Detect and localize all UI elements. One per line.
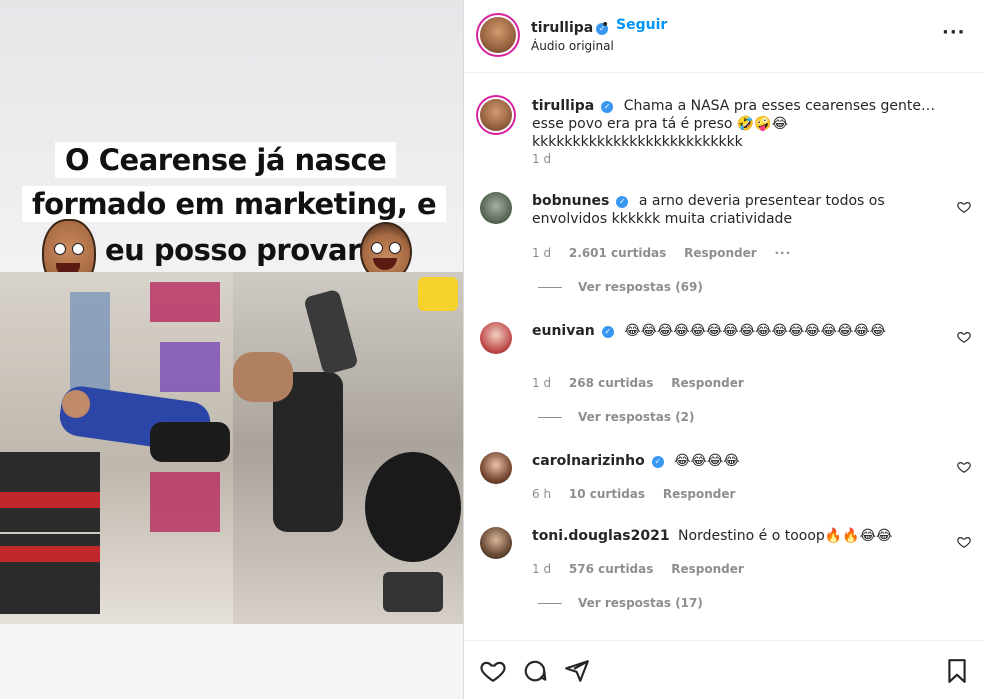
- comment-body: toni.douglas2021 Nordestino é o tooop🔥🔥😂…: [532, 527, 937, 545]
- comment-body: bobnunes ✓ a arno deveria presentear todo…: [532, 192, 937, 228]
- comment-meta: 1 d 576 curtidas Responder: [532, 562, 758, 576]
- follow-button[interactable]: Seguir: [616, 17, 667, 33]
- view-replies-label: Ver respostas (2): [578, 410, 695, 424]
- comments-list[interactable]: tirullipa ✓ Chama a NASA pra esses cearen…: [464, 73, 984, 639]
- more-options-icon[interactable]: ···: [942, 22, 966, 43]
- comment-item: carolnarizinho ✓ 😂😂😂😂 6 h 10 curtidas Res…: [464, 450, 984, 510]
- comment-username[interactable]: tirullipa: [532, 98, 594, 114]
- view-replies-label: Ver respostas (69): [578, 280, 703, 294]
- comment-likes[interactable]: 576 curtidas: [569, 562, 653, 576]
- author-username[interactable]: tirullipa: [531, 20, 593, 36]
- comment-more-icon[interactable]: ···: [775, 246, 792, 260]
- watermark-logo: [418, 277, 458, 311]
- comment-item: eunivan ✓ 😂😂😂😂😂😂😂😂😂😂😂😂😂😂😂😂 1 d 268 curtid…: [464, 320, 984, 430]
- comment-icon[interactable]: [522, 658, 548, 684]
- like-heart-icon[interactable]: [957, 460, 971, 474]
- comment-meta: 1 d: [532, 152, 565, 166]
- comment-time[interactable]: 1 d: [532, 376, 551, 390]
- comment-body: carolnarizinho ✓ 😂😂😂😂: [532, 452, 937, 470]
- comment-username[interactable]: bobnunes: [532, 193, 609, 209]
- comment-time[interactable]: 1 d: [532, 246, 551, 260]
- separator-dot: •: [601, 17, 610, 33]
- bookmark-icon[interactable]: [944, 658, 970, 684]
- reply-button[interactable]: Responder: [684, 246, 757, 260]
- comment-item: bobnunes ✓ a arno deveria presentear todo…: [464, 190, 984, 300]
- comment-avatar[interactable]: [480, 527, 512, 559]
- media-bottom-padding: [0, 624, 463, 699]
- like-heart-icon[interactable]: [957, 200, 971, 214]
- comment-username[interactable]: eunivan: [532, 323, 595, 339]
- comment-text: Nordestino é o tooop🔥🔥😂😂: [678, 528, 893, 544]
- store-scene-right: [233, 272, 463, 624]
- comment-meta: 1 d 2.601 curtidas Responder ···: [532, 246, 805, 260]
- comment-likes[interactable]: 2.601 curtidas: [569, 246, 666, 260]
- comment-body: tirullipa ✓ Chama a NASA pra esses cearen…: [532, 97, 937, 151]
- comment-meta: 1 d 268 curtidas Responder: [532, 376, 758, 390]
- verified-badge-icon: ✓: [616, 196, 629, 208]
- reply-button[interactable]: Responder: [671, 376, 744, 390]
- post-detail-panel: tirullipa ✓ • Seguir Áudio original ··· t…: [464, 0, 984, 699]
- media-caption-line-2: formado em marketing, e: [22, 186, 447, 222]
- verified-badge-icon: ✓: [651, 456, 664, 468]
- view-replies-button[interactable]: Ver respostas (17): [538, 596, 703, 610]
- share-icon[interactable]: [564, 658, 590, 684]
- post-media[interactable]: O Cearense já nasce formado em marketing…: [0, 0, 464, 699]
- comment-likes[interactable]: 268 curtidas: [569, 376, 653, 390]
- post-actions-bar: [464, 640, 984, 700]
- comment-time[interactable]: 1 d: [532, 152, 551, 166]
- reply-button[interactable]: Responder: [671, 562, 744, 576]
- video-frame[interactable]: [0, 272, 463, 624]
- comment-avatar[interactable]: [480, 99, 512, 131]
- comment-avatar[interactable]: [480, 452, 512, 484]
- comment-username[interactable]: carolnarizinho: [532, 453, 645, 469]
- post-header: tirullipa ✓ • Seguir Áudio original ···: [464, 0, 984, 73]
- view-replies-label: Ver respostas (17): [578, 596, 703, 610]
- comment-item: toni.douglas2021 Nordestino é o tooop🔥🔥😂…: [464, 525, 984, 635]
- comment-likes[interactable]: 10 curtidas: [569, 487, 645, 501]
- like-heart-icon[interactable]: [957, 330, 971, 344]
- store-scene-left: [0, 272, 233, 624]
- reply-button[interactable]: Responder: [663, 487, 736, 501]
- verified-badge-icon: ✓: [601, 326, 614, 338]
- comment-username[interactable]: toni.douglas2021: [532, 528, 670, 544]
- audio-link[interactable]: Áudio original: [531, 39, 614, 53]
- heart-icon[interactable]: [480, 658, 506, 684]
- view-replies-button[interactable]: Ver respostas (69): [538, 280, 703, 294]
- media-caption-line-3: eu posso provar: [105, 233, 361, 267]
- comment-avatar[interactable]: [480, 322, 512, 354]
- like-heart-icon[interactable]: [957, 535, 971, 549]
- comment-time[interactable]: 1 d: [532, 562, 551, 576]
- comment-body: eunivan ✓ 😂😂😂😂😂😂😂😂😂😂😂😂😂😂😂😂: [532, 322, 937, 340]
- author-name-row: tirullipa ✓: [531, 17, 609, 36]
- comment-meta: 6 h 10 curtidas Responder: [532, 487, 749, 501]
- comment-avatar[interactable]: [480, 192, 512, 224]
- view-replies-button[interactable]: Ver respostas (2): [538, 410, 695, 424]
- media-caption-line-1: O Cearense já nasce: [55, 142, 397, 178]
- comment-time[interactable]: 6 h: [532, 487, 551, 501]
- verified-badge-icon: ✓: [601, 101, 614, 113]
- caption-comment: tirullipa ✓ Chama a NASA pra esses cearen…: [464, 93, 984, 173]
- comment-text: 😂😂😂😂😂😂😂😂😂😂😂😂😂😂😂😂: [624, 323, 886, 339]
- author-avatar[interactable]: [480, 17, 516, 53]
- comment-text: 😂😂😂😂: [674, 453, 740, 469]
